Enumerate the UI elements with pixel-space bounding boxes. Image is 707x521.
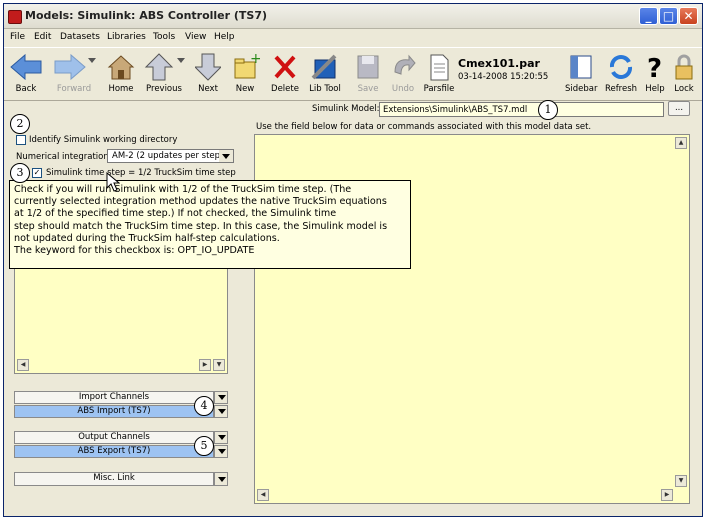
working-dir-label: Identify Simulink working directory xyxy=(29,135,178,145)
maximize-button[interactable]: □ xyxy=(659,7,678,25)
question-mark-icon: ? xyxy=(647,54,662,82)
integration-label: Numerical integration: xyxy=(16,152,112,162)
import-channels-dropdown[interactable] xyxy=(214,391,228,404)
next-button[interactable]: Next xyxy=(195,52,221,94)
lock-icon xyxy=(675,54,693,80)
scroll-right-icon[interactable]: ▶ xyxy=(199,359,211,371)
chevron-down-icon xyxy=(219,150,233,162)
lib-tool-button[interactable]: Lib Tool xyxy=(307,52,343,94)
tooltip-line: not updated during the TruckSim half-ste… xyxy=(14,232,280,244)
chevron-down-icon xyxy=(218,435,226,440)
scroll-up-icon[interactable]: ▲ xyxy=(675,137,687,149)
sidebar-icon xyxy=(570,55,592,79)
integration-select-value: AM-2 (2 updates per step) xyxy=(112,151,224,161)
floppy-disk-icon xyxy=(357,55,379,79)
close-button[interactable]: ✕ xyxy=(679,7,698,25)
mouse-pointer-icon xyxy=(106,172,120,192)
forward-arrow-icon xyxy=(54,53,96,81)
title-bar[interactable]: Models: Simulink: ABS Controller (TS7) _… xyxy=(4,4,702,29)
callout-3: 3 xyxy=(10,163,30,183)
new-folder-icon: + xyxy=(234,52,260,79)
tooltip-line: Check if you will run Simulink with 1/2 … xyxy=(14,184,352,195)
svg-text:+: + xyxy=(250,52,260,67)
new-button[interactable]: + New xyxy=(230,52,260,94)
callout-4: 4 xyxy=(194,396,214,416)
refresh-icon xyxy=(609,55,633,79)
sidebar-button[interactable]: Sidebar xyxy=(565,52,597,94)
output-channels-dropdown[interactable] xyxy=(214,431,228,444)
delete-x-icon xyxy=(274,55,296,79)
dataset-hint-label: Use the field below for data or commands… xyxy=(256,122,592,132)
import-value-dropdown[interactable] xyxy=(214,405,228,418)
document-icon xyxy=(430,54,449,81)
home-icon xyxy=(107,55,135,80)
timestep-label: Simulink time step = 1/2 TruckSim time s… xyxy=(46,168,236,178)
back-button[interactable]: Back xyxy=(8,52,44,94)
working-dir-checkbox[interactable] xyxy=(16,135,26,145)
tooltip-line: step should match the TruckSim time step… xyxy=(14,220,388,232)
save-button[interactable]: Save xyxy=(354,52,382,94)
menu-libraries[interactable]: Libraries xyxy=(107,32,146,42)
checkbox-tooltip: Check if you will run Simulink with 1/2 … xyxy=(9,180,411,269)
timestep-checkbox[interactable]: ✓ xyxy=(32,168,42,178)
refresh-button[interactable]: Refresh xyxy=(604,52,638,94)
menu-datasets[interactable]: Datasets xyxy=(60,32,100,42)
callout-2: 2 xyxy=(10,114,30,134)
tooltip-line: The keyword for this checkbox is: OPT_IO… xyxy=(14,245,255,257)
scroll-down-icon[interactable]: ▼ xyxy=(213,359,225,371)
browse-button[interactable]: ... xyxy=(668,101,690,116)
integration-select[interactable]: AM-2 (2 updates per step) xyxy=(107,149,234,163)
parfile-name: Cmex101.par xyxy=(458,57,540,70)
menu-help[interactable]: Help xyxy=(214,32,235,42)
parfile-date: 03-14-2008 15:20:55 xyxy=(458,72,549,82)
svg-text:?: ? xyxy=(647,54,662,82)
tooltip-line: at 1/2 of the specified time step.) If n… xyxy=(14,208,337,220)
undo-icon xyxy=(394,54,416,75)
undo-button[interactable]: Undo xyxy=(389,52,417,94)
simulink-model-field[interactable]: Extensions\Simulink\ABS_TS7.mdl xyxy=(379,102,664,117)
down-arrow-icon xyxy=(195,53,221,81)
wrench-icon xyxy=(311,54,337,80)
output-value-dropdown[interactable] xyxy=(214,445,228,458)
lock-button[interactable]: Lock xyxy=(671,52,697,94)
output-channels-value[interactable]: ABS Export (TS7) xyxy=(14,445,214,458)
callout-5: 5 xyxy=(194,436,214,456)
scroll-left-icon[interactable]: ◀ xyxy=(257,489,269,501)
app-icon xyxy=(8,10,22,24)
output-channels-button[interactable]: Output Channels xyxy=(14,431,214,444)
scroll-left-icon[interactable]: ◀ xyxy=(17,359,29,371)
up-arrow-icon xyxy=(144,53,185,81)
chevron-down-icon xyxy=(218,449,226,454)
import-channels-button[interactable]: Import Channels xyxy=(14,391,214,404)
import-channels-value[interactable]: ABS Import (TS7) xyxy=(14,405,214,418)
back-arrow-icon xyxy=(10,53,42,81)
misc-link-dropdown[interactable] xyxy=(214,472,228,486)
misc-link-button[interactable]: Misc. Link xyxy=(14,472,214,486)
delete-button[interactable]: Delete xyxy=(269,52,301,94)
main-window: Models: Simulink: ABS Controller (TS7) _… xyxy=(3,3,703,517)
chevron-down-icon xyxy=(218,395,226,400)
chevron-down-icon xyxy=(218,409,226,414)
chevron-down-icon xyxy=(218,477,226,482)
menu-view[interactable]: View xyxy=(185,32,206,42)
forward-button[interactable]: Forward xyxy=(52,52,96,94)
help-button[interactable]: ? Help xyxy=(645,52,665,94)
menu-edit[interactable]: Edit xyxy=(34,32,51,42)
simulink-model-label: Simulink Model: xyxy=(312,104,380,114)
previous-button[interactable]: Previous xyxy=(143,52,185,94)
tooltip-line: currently selected integration method up… xyxy=(14,196,387,208)
scroll-right-icon[interactable]: ▶ xyxy=(661,489,673,501)
parsfile-button[interactable]: Parsfile xyxy=(423,52,455,94)
menu-file[interactable]: File xyxy=(10,32,25,42)
window-title: Models: Simulink: ABS Controller (TS7) xyxy=(25,9,268,22)
menu-tools[interactable]: Tools xyxy=(153,32,175,42)
menu-bar: File Edit Datasets Libraries Tools View … xyxy=(4,29,702,46)
toolbar: Back Forward Home Previous Next New Dele… xyxy=(4,47,702,101)
callout-1: 1 xyxy=(538,100,558,120)
minimize-button[interactable]: _ xyxy=(639,7,658,25)
home-button[interactable]: Home xyxy=(107,52,135,94)
scroll-down-icon[interactable]: ▼ xyxy=(675,475,687,487)
